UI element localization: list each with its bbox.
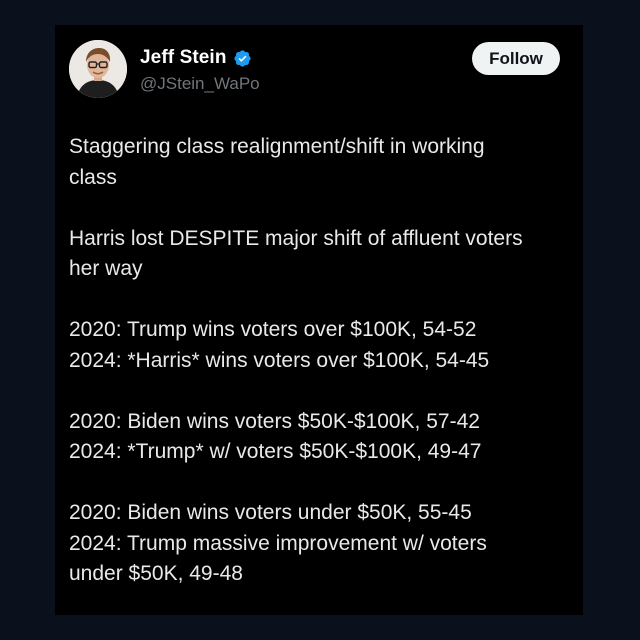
tweet-card: Jeff Stein @JStein_WaPo Follow Staggerin… [55, 25, 583, 615]
tweet-line: class [69, 165, 117, 189]
tweet-line: 2024: Trump massive improvement w/ voter… [69, 531, 487, 555]
tweet-line: 2020: Trump wins voters over $100K, 54-5… [69, 318, 477, 341]
tweet-line: 2024: *Trump* w/ voters $50K-$100K, 49-4… [69, 440, 482, 463]
follow-button[interactable]: Follow [472, 42, 560, 75]
tweet-paragraph: 2020: Biden wins voters $50K-$100K, 57-4… [69, 407, 569, 468]
tweet-line: under $50K, 49-48 [69, 562, 243, 585]
tweet-paragraph: Staggering class realignment/shift in wo… [69, 132, 569, 193]
tweet-line: 2020: Biden wins voters under $50K, 55-4… [69, 501, 472, 524]
tweet-line: 2020: Biden wins voters $50K-$100K, 57-4… [69, 409, 480, 433]
verified-check-icon [233, 49, 252, 68]
tweet-line: her way [69, 257, 143, 280]
author-name-row: Jeff Stein [140, 47, 252, 69]
avatar-image [69, 40, 127, 98]
avatar[interactable] [69, 40, 127, 98]
tweet-text: Staggering class realignment/shift in wo… [69, 132, 569, 590]
tweet-line: Harris lost DESPITE major shift of afflu… [69, 226, 523, 250]
tweet-paragraph: Harris lost DESPITE major shift of afflu… [69, 224, 569, 285]
tweet-paragraph: 2020: Biden wins voters under $50K, 55-4… [69, 498, 569, 590]
tweet-paragraph: 2020: Trump wins voters over $100K, 54-5… [69, 315, 569, 376]
author-name[interactable]: Jeff Stein [140, 47, 227, 69]
tweet-line: Staggering class realignment/shift in wo… [69, 135, 485, 158]
author-handle[interactable]: @JStein_WaPo [140, 74, 260, 94]
tweet-line: 2024: *Harris* wins voters over $100K, 5… [69, 348, 490, 372]
